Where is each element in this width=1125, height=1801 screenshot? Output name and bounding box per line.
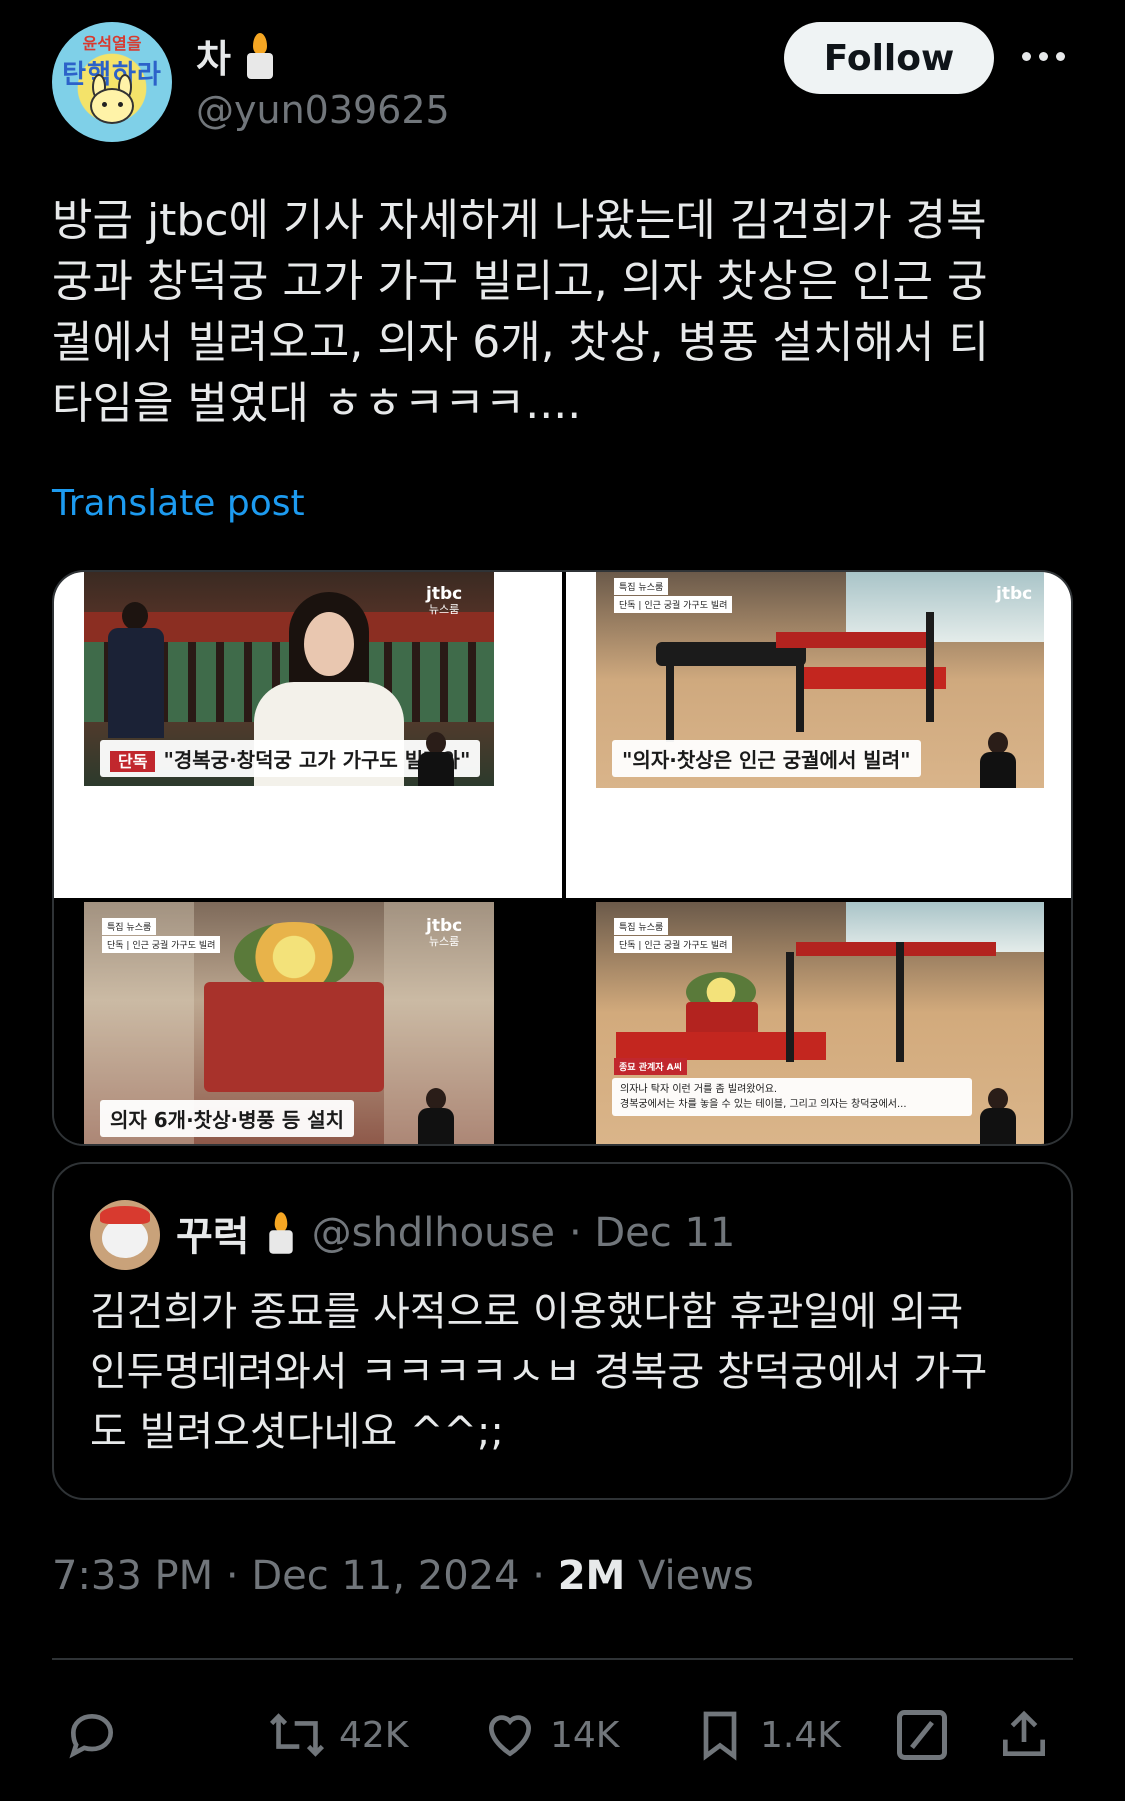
media-image-2[interactable]: 특집 뉴스룸 단독 | 인근 궁궐 가구도 빌려 jtbc "의자·찻상은 인근… (566, 572, 1071, 898)
program-label: 특집 뉴스룸 (614, 578, 669, 595)
program-sub-label: 단독 | 인근 궁궐 가구도 빌려 (614, 936, 733, 953)
quoted-tweet-text: 김건희가 종묘를 사적으로 이용했다함 휴관일에 외국 인두명데려와서 ㅋㅋㅋㅋ… (90, 1289, 988, 1455)
media-image-1[interactable]: jtbc 뉴스룸 단독 "경복궁·창덕궁 고가 가구도 빌려와" (54, 572, 562, 898)
program-label: 특집 뉴스룸 (102, 918, 157, 935)
repost-button[interactable]: 42K (267, 1700, 408, 1770)
sign-interpreter (414, 732, 458, 786)
quoted-tweet-date: · Dec 11 (568, 1210, 736, 1256)
candle-icon (265, 1211, 296, 1256)
views-label: Views (625, 1553, 754, 1599)
quoted-author-name[interactable]: 꾸럭 (176, 1204, 250, 1262)
divider (52, 1658, 1073, 1660)
share-button[interactable] (996, 1700, 1052, 1770)
quoted-tweet[interactable]: 꾸럭 @shdlhouse · Dec 11 김건희가 종묘를 사적으로 이용했… (52, 1162, 1073, 1500)
sign-interpreter (414, 1088, 458, 1144)
grok-icon (897, 1710, 947, 1760)
bookmark-count: 1.4K (760, 1714, 841, 1756)
program-sub-label: 단독 | 인근 궁궐 가구도 빌려 (614, 596, 733, 613)
subtitle-box: 의자나 탁자 이런 거를 좀 빌려왔어요. 경복궁에서는 차를 놓을 수 있는 … (612, 1078, 972, 1116)
action-bar: 42K 14K 1.4K (52, 1700, 1073, 1770)
repost-icon (269, 1713, 325, 1757)
quoted-tweet-header: 꾸럭 @shdlhouse · Dec 11 (176, 1204, 735, 1262)
sign-interpreter (976, 1088, 1020, 1144)
tweet-header: 윤석열을 탄핵하라 차 @yun039625 Follow (52, 22, 1073, 142)
tweet-text: 방금 jtbc에 기사 자세하게 나왔는데 김건희가 경복 궁과 창덕궁 고가 … (52, 195, 989, 429)
program-label: 특집 뉴스룸 (614, 918, 669, 935)
candle-icon (243, 31, 277, 81)
sign-interpreter (976, 732, 1020, 788)
news-caption: 의자 6개·찻상·병풍 등 설치 (100, 1100, 354, 1137)
avatar-face (90, 88, 134, 124)
program-sub-label: 단독 | 인근 궁궐 가구도 빌려 (102, 936, 221, 953)
reply-button[interactable] (64, 1700, 120, 1770)
tweet-timestamp: 7:33 PM · Dec 11, 2024 · 2M Views (52, 1553, 754, 1599)
bookmark-button[interactable]: 1.4K (692, 1700, 841, 1770)
media-image-4[interactable]: 특집 뉴스룸 단독 | 인근 궁궐 가구도 빌려 종묘 관계자 A씨 의자나 탁… (566, 902, 1071, 1144)
translate-post-link[interactable]: Translate post (52, 483, 305, 524)
heart-icon (488, 1715, 532, 1757)
avatar-text-main: 탄핵하라 (62, 60, 162, 90)
follow-button[interactable]: Follow (784, 22, 994, 94)
subtitle-line: 의자나 탁자 이런 거를 좀 빌려왔어요. (620, 1084, 778, 1095)
author-handle[interactable]: @yun039625 (196, 88, 450, 132)
repost-count: 42K (339, 1714, 409, 1756)
subtitle-line: 경복궁에서는 차를 놓을 수 있는 테이블, 그리고 의자는 창덕궁에서... (620, 1099, 907, 1110)
reply-icon (69, 1713, 114, 1759)
views-count: 2M (557, 1553, 626, 1599)
quoted-author-handle[interactable]: @shdlhouse (312, 1210, 555, 1256)
speaker-label: 종묘 관계자 A씨 (614, 1058, 687, 1075)
jtbc-logo: jtbc 뉴스룸 (426, 584, 463, 617)
grok-button[interactable] (892, 1700, 952, 1770)
jtbc-logo: jtbc 뉴스룸 (426, 916, 463, 949)
news-caption: "의자·찻상은 인근 궁궐에서 빌려" (612, 740, 921, 777)
author-name-row: 차 (196, 28, 277, 83)
quoted-author-avatar[interactable] (90, 1200, 160, 1270)
avatar-text-top: 윤석열을 (82, 34, 142, 53)
share-icon (1003, 1710, 1045, 1756)
media-image-3[interactable]: 특집 뉴스룸 단독 | 인근 궁궐 가구도 빌려 jtbc 뉴스룸 의자 6개·찻… (54, 902, 562, 1144)
jtbc-logo: jtbc (996, 584, 1033, 604)
more-options-icon[interactable] (1022, 44, 1070, 68)
like-count: 14K (550, 1714, 620, 1756)
media-grid: jtbc 뉴스룸 단독 "경복궁·창덕궁 고가 가구도 빌려와" 특집 뉴스룸 단독… (52, 570, 1073, 1146)
author-avatar[interactable]: 윤석열을 탄핵하라 (52, 22, 172, 142)
author-display-name[interactable]: 차 (196, 28, 231, 83)
timestamp-time[interactable]: 7:33 PM · Dec 11, 2024 · (52, 1553, 558, 1599)
bookmark-icon (703, 1711, 737, 1761)
like-button[interactable]: 14K (482, 1700, 619, 1770)
